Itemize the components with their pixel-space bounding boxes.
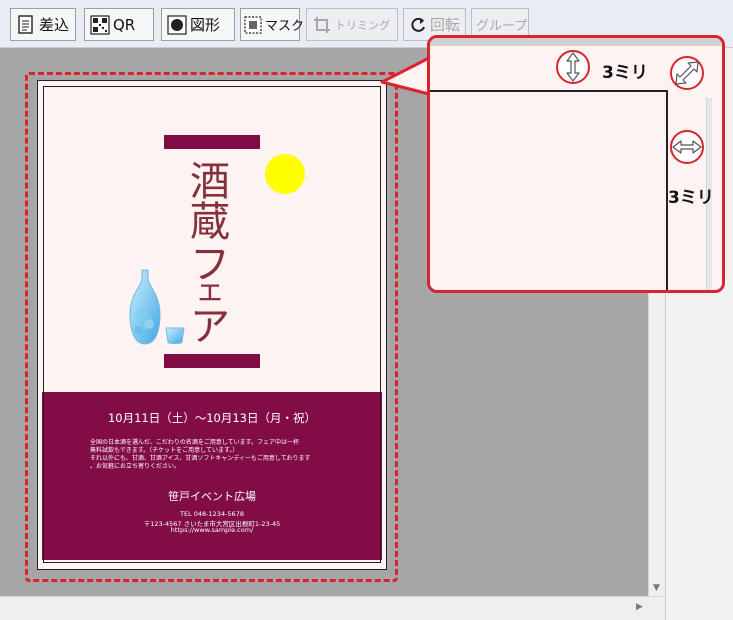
qr-code-icon	[90, 14, 110, 35]
qr-button-label: QR	[113, 15, 136, 34]
mask-button[interactable]: マスク	[240, 8, 304, 41]
horizontal-scrollbar[interactable]: ▶	[0, 596, 665, 620]
mask-icon	[244, 15, 262, 35]
callout-trim-line-horizontal	[430, 90, 666, 92]
app-window: 差込 QR 図形 マスク トリミング 回転 グループ ▼ ▶ 酒 蔵 フ ェ ア…	[0, 0, 733, 620]
selection-frame[interactable]	[25, 72, 398, 582]
vertical-arrow-icon	[556, 50, 590, 84]
qr-button[interactable]: QR	[84, 8, 154, 41]
scroll-right-arrow-icon[interactable]: ▶	[636, 602, 643, 612]
horizontal-bleed-label: 3ミリ	[668, 188, 714, 208]
horizontal-arrow-icon	[670, 130, 704, 164]
mask-button-label: マスク	[265, 19, 305, 34]
merge-button-label: 差込	[39, 16, 70, 34]
group-button-label: グループ	[476, 19, 528, 34]
crop-icon	[312, 15, 332, 35]
crop-button[interactable]: トリミング	[306, 8, 398, 41]
shape-icon	[167, 14, 187, 35]
merge-button[interactable]: 差込	[10, 8, 76, 41]
diagonal-arrow-icon	[670, 56, 704, 90]
rotate-button-label: 回転	[430, 16, 461, 34]
document-merge-icon	[16, 14, 36, 35]
bleed-zoom-callout: 3ミリ 3ミリ	[427, 35, 725, 293]
vertical-bleed-label: 3ミリ	[602, 63, 648, 83]
crop-button-label: トリミング	[335, 18, 390, 32]
shape-button[interactable]: 図形	[161, 8, 235, 41]
rotate-icon	[409, 15, 427, 35]
callout-top-band	[430, 38, 722, 46]
scroll-down-arrow-icon[interactable]: ▼	[653, 583, 660, 593]
shape-button-label: 図形	[190, 16, 221, 34]
